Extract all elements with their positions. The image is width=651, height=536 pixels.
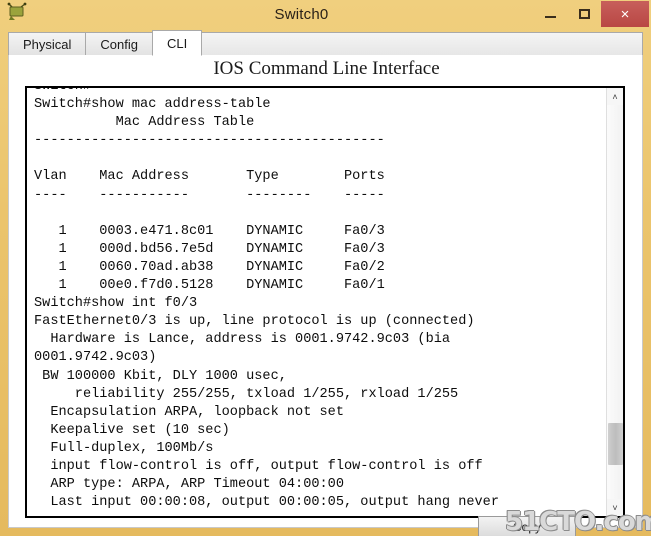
cli-panel: IOS Command Line Interface Switch# Switc…: [8, 55, 643, 528]
tab-cli-label: CLI: [167, 35, 188, 51]
title-bar: Switch0 ×: [0, 0, 651, 28]
tab-config-label: Config: [100, 37, 138, 52]
packet-tracer-device-window: Switch0 × Physical Config CLI IOS Comman…: [0, 0, 651, 536]
tab-physical[interactable]: Physical: [8, 32, 87, 56]
minimize-button[interactable]: [533, 1, 567, 27]
close-icon: ×: [620, 5, 630, 23]
panel-heading: IOS Command Line Interface: [213, 58, 440, 79]
terminal-scrollbar[interactable]: ˄ ˅: [606, 88, 623, 516]
maximize-icon: [578, 9, 590, 19]
tab-config[interactable]: Config: [85, 32, 153, 56]
network-device-icon: [4, 1, 30, 27]
window-title: Switch0: [274, 5, 329, 23]
terminal-output-area[interactable]: Switch# Switch#show mac address-table Ma…: [25, 86, 625, 518]
close-button[interactable]: ×: [601, 1, 649, 27]
scrollbar-thumb[interactable]: [608, 423, 623, 465]
maximize-button[interactable]: [567, 1, 601, 27]
tab-cli[interactable]: CLI: [152, 30, 203, 56]
scroll-up-icon[interactable]: ˄: [607, 88, 623, 105]
terminal-text: Switch# Switch#show mac address-table Ma…: [34, 86, 499, 511]
scrollbar-track[interactable]: [607, 105, 623, 499]
tab-bar: Physical Config CLI: [8, 30, 643, 56]
minimize-icon: [544, 16, 556, 18]
tab-physical-label: Physical: [23, 37, 72, 52]
tab-strip-filler: [201, 32, 643, 56]
watermark: 51CTO.com: [505, 507, 651, 536]
